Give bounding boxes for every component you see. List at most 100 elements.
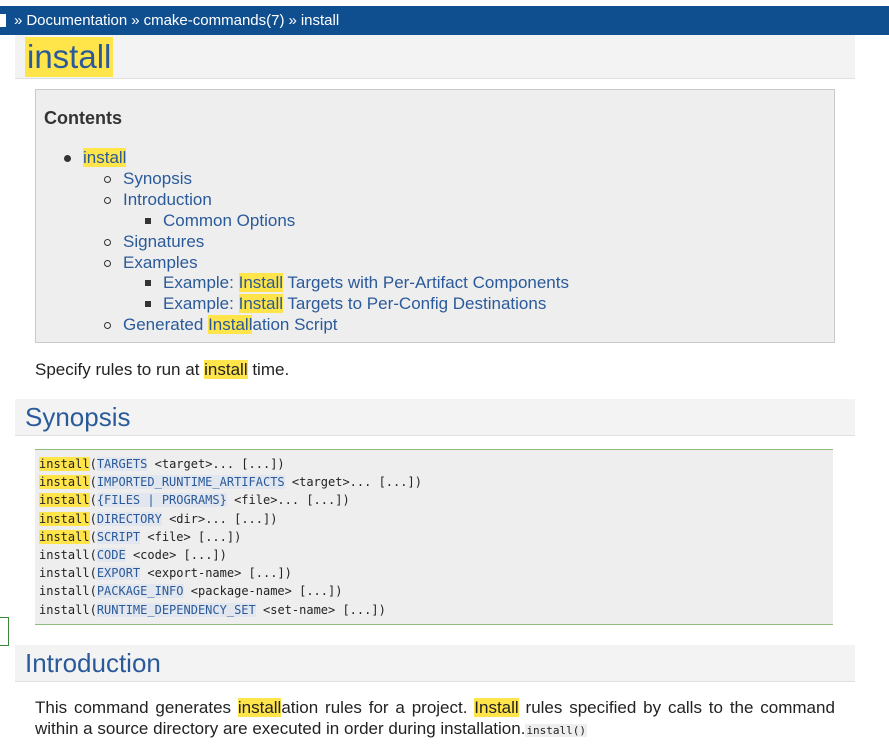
code-args: <file>... [...]) — [226, 493, 350, 508]
code-line: install(IMPORTED_RUNTIME_ARTIFACTS <targ… — [39, 473, 422, 491]
intro-text: calls — [667, 698, 702, 717]
code-command: install — [39, 475, 90, 490]
intro-word: calls — [668, 697, 702, 718]
code-keyword-link[interactable]: PACKAGE_INFO — [96, 584, 184, 599]
code-line: install(CODE <code> [...]) — [39, 546, 227, 564]
code-args: <code> [...]) — [125, 548, 227, 562]
code-line: install(DIRECTORY <dir>... [...]) — [39, 510, 277, 528]
code-line: install(PACKAGE_INFO <package-name> [...… — [39, 582, 342, 600]
toc-link[interactable]: Generated Installation Script — [123, 315, 338, 335]
intro-highlight: install — [237, 698, 282, 717]
code-keyword-link[interactable]: SCRIPT — [96, 529, 141, 544]
code-command: install — [39, 566, 90, 581]
toc-link[interactable]: Example: Install Targets with Per-Artifa… — [163, 273, 569, 293]
intro-word: a — [395, 697, 404, 718]
intro-text: command — [760, 698, 835, 717]
breadcrumb-separator: » — [131, 12, 140, 29]
toc-link[interactable]: Introduction — [123, 190, 212, 210]
breadcrumb-separator: » — [14, 12, 23, 29]
toc-link[interactable]: Signatures — [123, 232, 204, 252]
code-command: install — [39, 511, 90, 526]
toc-link-text: Introduction — [123, 189, 212, 209]
breadcrumb-separator: » — [288, 12, 297, 29]
toc-link[interactable]: install — [83, 148, 127, 168]
toc-link-text: install — [83, 148, 127, 167]
intro-word: command — [760, 697, 835, 718]
code-args: <export-name> [...]) — [140, 566, 292, 581]
intro-word: Install — [474, 697, 519, 718]
intro-line-1: This command generates installation rules for… — [35, 697, 835, 718]
toc-link-text: Install — [238, 294, 284, 314]
intro-text: rules — [525, 698, 563, 717]
toc-link[interactable]: Examples — [123, 253, 198, 273]
introduction-heading[interactable]: Introduction — [25, 645, 161, 681]
code-args: <target>... [...]) — [284, 475, 422, 490]
code-keyword-link[interactable]: RUNTIME_DEPENDENCY_SET — [96, 602, 256, 617]
synopsis-heading[interactable]: Synopsis — [25, 399, 131, 435]
code-command: install — [39, 493, 90, 508]
code-paren: ( — [89, 493, 97, 508]
sidebar-edge-handle[interactable] — [0, 617, 9, 646]
intro-text: generates — [155, 698, 232, 717]
toc-link[interactable]: Synopsis — [123, 169, 192, 189]
intro-word: installation — [237, 697, 318, 718]
summary-highlight: install — [204, 360, 248, 379]
toc-link-text: Example: — [163, 294, 239, 314]
toc-link[interactable]: Common Options — [163, 211, 295, 231]
code-keyword-link[interactable]: {FILES | PROGRAMS} — [96, 493, 227, 508]
intro-word: by — [643, 697, 661, 718]
intro-text: specified — [569, 698, 637, 717]
introduction-band: Introduction — [15, 645, 855, 682]
page-title: install — [25, 37, 114, 77]
toc-link[interactable]: Example: Install Targets to Per-Config D… — [163, 294, 546, 314]
code-paren: ( — [89, 566, 97, 581]
breadcrumb-current: install — [300, 12, 340, 29]
code-keyword-link[interactable]: EXPORT — [96, 566, 141, 581]
intro-text: to — [708, 698, 723, 717]
intro-word: project. — [412, 697, 468, 718]
toc-link-text: Example: — [163, 273, 239, 293]
synopsis-code-block: install(TARGETS <target>... [...]) instal… — [35, 449, 833, 625]
intro-word: rules — [526, 697, 563, 718]
code-paren: ( — [89, 511, 97, 526]
code-command: install — [39, 529, 90, 544]
code-line: install(SCRIPT <file> [...]) — [39, 528, 241, 546]
code-line: install(EXPORT <export-name> [...]) — [39, 564, 292, 582]
code-keyword-link[interactable]: IMPORTED_RUNTIME_ARTIFACTS — [96, 475, 285, 490]
code-args: <dir>... [...]) — [161, 511, 278, 526]
breadcrumb-cmake-commands[interactable]: cmake-commands(7) — [144, 12, 285, 29]
code-args: <set-name> [...]) — [255, 602, 386, 617]
code-keyword-link[interactable]: DIRECTORY — [96, 511, 162, 526]
code-args: <package-name> [...]) — [183, 584, 343, 599]
toc-bullet-icon — [145, 301, 151, 308]
toc-link-text: Install — [208, 315, 253, 335]
code-paren: ( — [89, 548, 97, 562]
toc-link-text: Generated — [123, 315, 209, 335]
code-keyword-link[interactable]: CODE — [96, 548, 126, 562]
toc-link-text: Targets with Per-Artifact Components — [283, 273, 569, 293]
code-args: <target>... [...]) — [147, 457, 285, 471]
toc-bullet-icon — [145, 217, 151, 224]
code-line: install(TARGETS <target>... [...]) — [39, 455, 285, 473]
toc-link-text: ation Script — [252, 315, 338, 335]
intro-text: for — [368, 698, 389, 717]
toc-bullet-icon — [145, 280, 151, 287]
introduction-paragraph: This command generates installation rules for… — [35, 697, 835, 741]
menu-toggle-icon[interactable] — [0, 14, 6, 27]
intro-word: the — [730, 697, 754, 718]
intro-text: within a source directory are executed i… — [35, 719, 526, 738]
toc-link-text: Common Options — [163, 210, 296, 230]
intro-text: rules — [325, 698, 362, 717]
intro-line-2: within a source directory are executed i… — [35, 718, 835, 741]
intro-text: by — [643, 698, 662, 717]
toc-bullet-icon — [104, 259, 111, 267]
breadcrumb-documentation[interactable]: Documentation — [26, 12, 127, 29]
intro-word: generates — [155, 697, 231, 718]
summary-text: Specify rules to run at — [35, 360, 205, 379]
summary-text-end: time. — [247, 360, 290, 379]
breadcrumb: » Documentation » cmake-commands(7) » in… — [0, 6, 889, 35]
toc-link-text: Signatures — [123, 231, 205, 251]
toc-bullet-icon — [104, 322, 111, 330]
code-line: install({FILES | PROGRAMS} <file>... [..… — [39, 491, 350, 509]
code-keyword-link[interactable]: TARGETS — [96, 457, 148, 471]
